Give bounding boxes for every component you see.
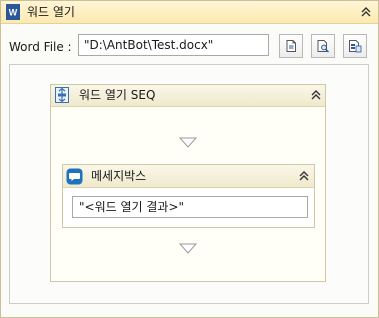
double-chevron-up-icon[interactable] [359,5,373,19]
messagebox-activity[interactable]: 메세지박스 "<워드 열기 결과>" [62,164,315,228]
new-file-button[interactable] [279,34,303,58]
activity-header[interactable]: W 워드 열기 [1,1,378,24]
sequence-icon [54,87,70,103]
word-file-input[interactable]: "D:\AntBot\Test.docx" [78,34,269,56]
word-document-icon: W [6,4,20,20]
activity-title: 워드 열기 [27,5,75,19]
messagebox-header[interactable]: 메세지박스 [63,165,314,188]
drop-arrow-icon[interactable] [178,137,198,148]
browse-file-button[interactable] [311,34,335,58]
svg-text:W: W [9,8,18,18]
sequence-header[interactable]: 워드 열기 SEQ [51,85,325,107]
double-chevron-up-icon[interactable] [309,88,323,102]
sequence-title: 워드 열기 SEQ [79,88,156,102]
word-file-label: Word File : [9,40,72,54]
messagebox-text-input[interactable]: "<워드 열기 결과>" [72,196,308,218]
fields-button[interactable] [343,34,367,58]
messagebox-title: 메세지박스 [91,169,147,183]
drop-arrow-icon[interactable] [178,243,198,254]
double-chevron-up-icon[interactable] [297,169,311,183]
message-bubble-icon [66,168,83,185]
